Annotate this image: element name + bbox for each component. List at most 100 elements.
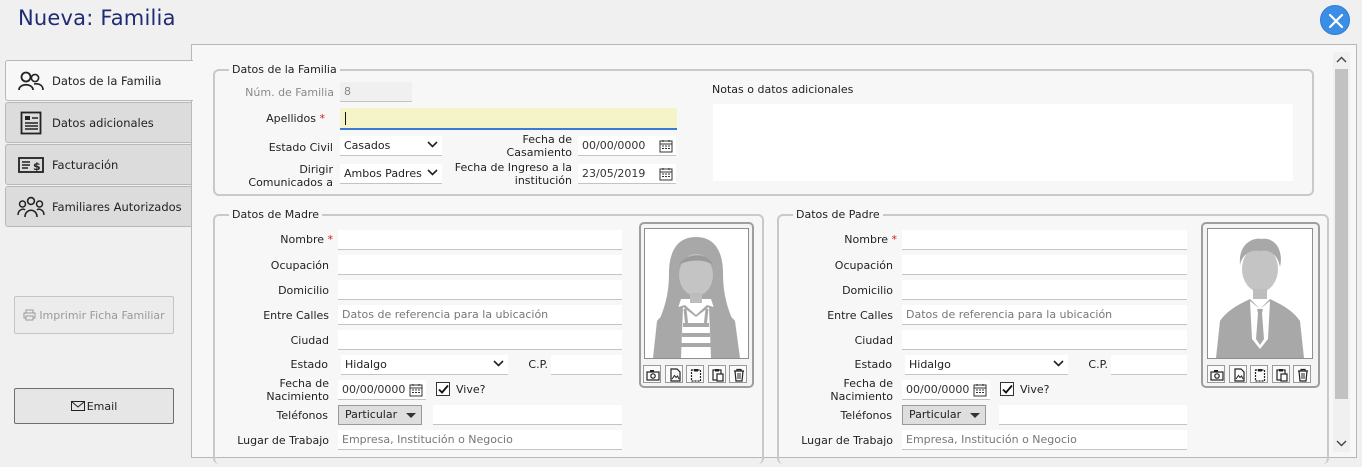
fecha-ingreso-value: 23/05/2019 (582, 167, 646, 180)
padre-lugar-trabajo-label: Lugar de Trabajo (801, 434, 893, 447)
group-icon (17, 195, 45, 219)
tab-datos-adicionales[interactable]: Datos adicionales (5, 102, 192, 143)
madre-telefono-tipo: Particular (345, 408, 398, 421)
paste-image-button[interactable] (708, 365, 726, 383)
camera-icon (646, 370, 660, 381)
apellidos-input[interactable] (340, 108, 677, 130)
estado-civil-label: Estado Civil (268, 141, 333, 154)
madre-domicilio-input[interactable] (338, 280, 622, 300)
madre-vive-checkbox[interactable] (436, 382, 450, 396)
madre-cp-input[interactable] (551, 355, 622, 375)
padre-domicilio-label: Domicilio (842, 284, 893, 297)
tab-label: Facturación (52, 157, 119, 172)
tab-label: Datos de la Familia (52, 73, 162, 88)
calendar-icon[interactable] (409, 383, 423, 397)
paste-image-button[interactable] (1272, 365, 1290, 383)
padre-estado-label: Estado (854, 358, 892, 371)
padre-ciudad-input[interactable] (902, 330, 1187, 350)
padre-estado-select[interactable]: Hidalgo (905, 355, 1068, 375)
madre-estado-select[interactable]: Hidalgo (341, 355, 508, 375)
padre-telefonos-label: Teléfonos (840, 409, 892, 422)
madre-fecha-nac-label: Fecha de Nacimiento (266, 377, 329, 403)
copy-image-button[interactable] (686, 365, 704, 383)
email-button[interactable]: Email (14, 388, 174, 424)
form-icon (17, 111, 45, 135)
chevron-down-icon (427, 169, 438, 176)
padre-vive-checkbox[interactable] (1000, 382, 1014, 396)
dirigir-select[interactable]: Ambos Padres (340, 164, 442, 184)
chevron-down-icon (427, 141, 438, 148)
copy-icon (690, 369, 702, 382)
padre-fecha-nac-field[interactable]: 00/00/0000 (902, 380, 990, 400)
vertical-scrollbar[interactable] (1333, 52, 1350, 452)
calendar-icon[interactable] (659, 139, 673, 153)
delete-image-button[interactable] (729, 365, 747, 383)
scroll-thumb[interactable] (1335, 69, 1348, 399)
tab-label: Datos adicionales (52, 115, 154, 130)
load-image-button[interactable] (665, 365, 683, 383)
calendar-icon[interactable] (973, 383, 987, 397)
madre-nombre-label: Nombre * (280, 233, 333, 246)
padre-telefono-input[interactable] (999, 405, 1187, 425)
dirigir-value: Ambos Padres (344, 167, 422, 180)
madre-telefono-tipo-dropdown[interactable]: Particular (338, 405, 422, 425)
camera-button[interactable] (643, 365, 661, 383)
padre-ocupacion-label: Ocupación (834, 259, 893, 272)
camera-icon (1210, 370, 1224, 381)
padre-estado-value: Hidalgo (909, 358, 951, 371)
madre-estado-value: Hidalgo (345, 358, 387, 371)
svg-text:$: $ (33, 160, 41, 173)
close-button[interactable] (1320, 5, 1350, 35)
scroll-down-icon[interactable] (1333, 436, 1350, 450)
padre-domicilio-input[interactable] (902, 280, 1187, 300)
tab-familiares-autorizados[interactable]: Familiares Autorizados (5, 186, 192, 227)
notas-textarea[interactable] (713, 104, 1293, 181)
print-family-sheet-button[interactable]: Imprimir Ficha Familiar (14, 296, 174, 334)
fecha-ingreso-label: Fecha de Ingreso a la institución (454, 161, 572, 187)
madre-nombre-input[interactable] (338, 230, 622, 250)
checkmark-icon (438, 384, 449, 394)
mother-data-legend: Datos de Madre (229, 208, 322, 221)
padre-ciudad-label: Ciudad (854, 334, 893, 347)
madre-lugar-trabajo-input[interactable]: Empresa, Institución o Negocio (338, 430, 622, 450)
copy-image-button[interactable] (1250, 365, 1268, 383)
madre-entre-calles-input[interactable]: Datos de referencia para la ubicación (338, 305, 622, 325)
padre-lugar-trabajo-input[interactable]: Empresa, Institución o Negocio (902, 430, 1187, 450)
scroll-up-icon[interactable] (1333, 53, 1350, 67)
chevron-down-icon (493, 360, 504, 367)
notas-label: Notas o datos adicionales (712, 83, 854, 96)
text-cursor (345, 112, 346, 125)
fecha-casamiento-field[interactable]: 00/00/0000 (578, 136, 676, 156)
madre-telefono-input[interactable] (433, 405, 622, 425)
padre-nombre-input[interactable] (902, 230, 1187, 250)
padre-ocupacion-input[interactable] (902, 255, 1187, 275)
male-avatar[interactable] (1207, 228, 1313, 359)
estado-civil-select[interactable]: Casados (340, 136, 442, 156)
padre-nombre-label: Nombre * (844, 233, 897, 246)
padre-cp-input[interactable] (1111, 355, 1187, 375)
camera-button[interactable] (1207, 365, 1225, 383)
image-file-icon (670, 368, 681, 382)
madre-ocupacion-input[interactable] (338, 255, 622, 275)
dropdown-arrow-icon (970, 413, 980, 418)
fecha-ingreso-field[interactable]: 23/05/2019 (578, 164, 676, 184)
padre-fecha-nac-value: 00/00/0000 (906, 383, 970, 396)
dropdown-arrow-icon (406, 413, 416, 418)
madre-estado-label: Estado (290, 358, 328, 371)
tab-datos-familia[interactable]: Datos de la Familia (5, 60, 193, 101)
padre-entre-calles-input[interactable]: Datos de referencia para la ubicación (902, 305, 1187, 325)
female-avatar-icon (653, 237, 740, 358)
chevron-down-icon (1053, 360, 1064, 367)
calendar-icon[interactable] (659, 167, 673, 181)
image-file-icon (1234, 368, 1245, 382)
madre-fecha-nac-field[interactable]: 00/00/0000 (338, 380, 426, 400)
female-avatar[interactable] (644, 228, 749, 359)
envelope-icon (70, 401, 85, 411)
tab-facturacion[interactable]: $ Facturación (5, 144, 192, 185)
close-icon (1328, 13, 1344, 29)
padre-telefono-tipo-dropdown[interactable]: Particular (902, 405, 986, 425)
madre-ciudad-input[interactable] (338, 330, 622, 350)
billing-icon: $ (17, 153, 45, 177)
load-image-button[interactable] (1229, 365, 1247, 383)
delete-image-button[interactable] (1293, 365, 1311, 383)
